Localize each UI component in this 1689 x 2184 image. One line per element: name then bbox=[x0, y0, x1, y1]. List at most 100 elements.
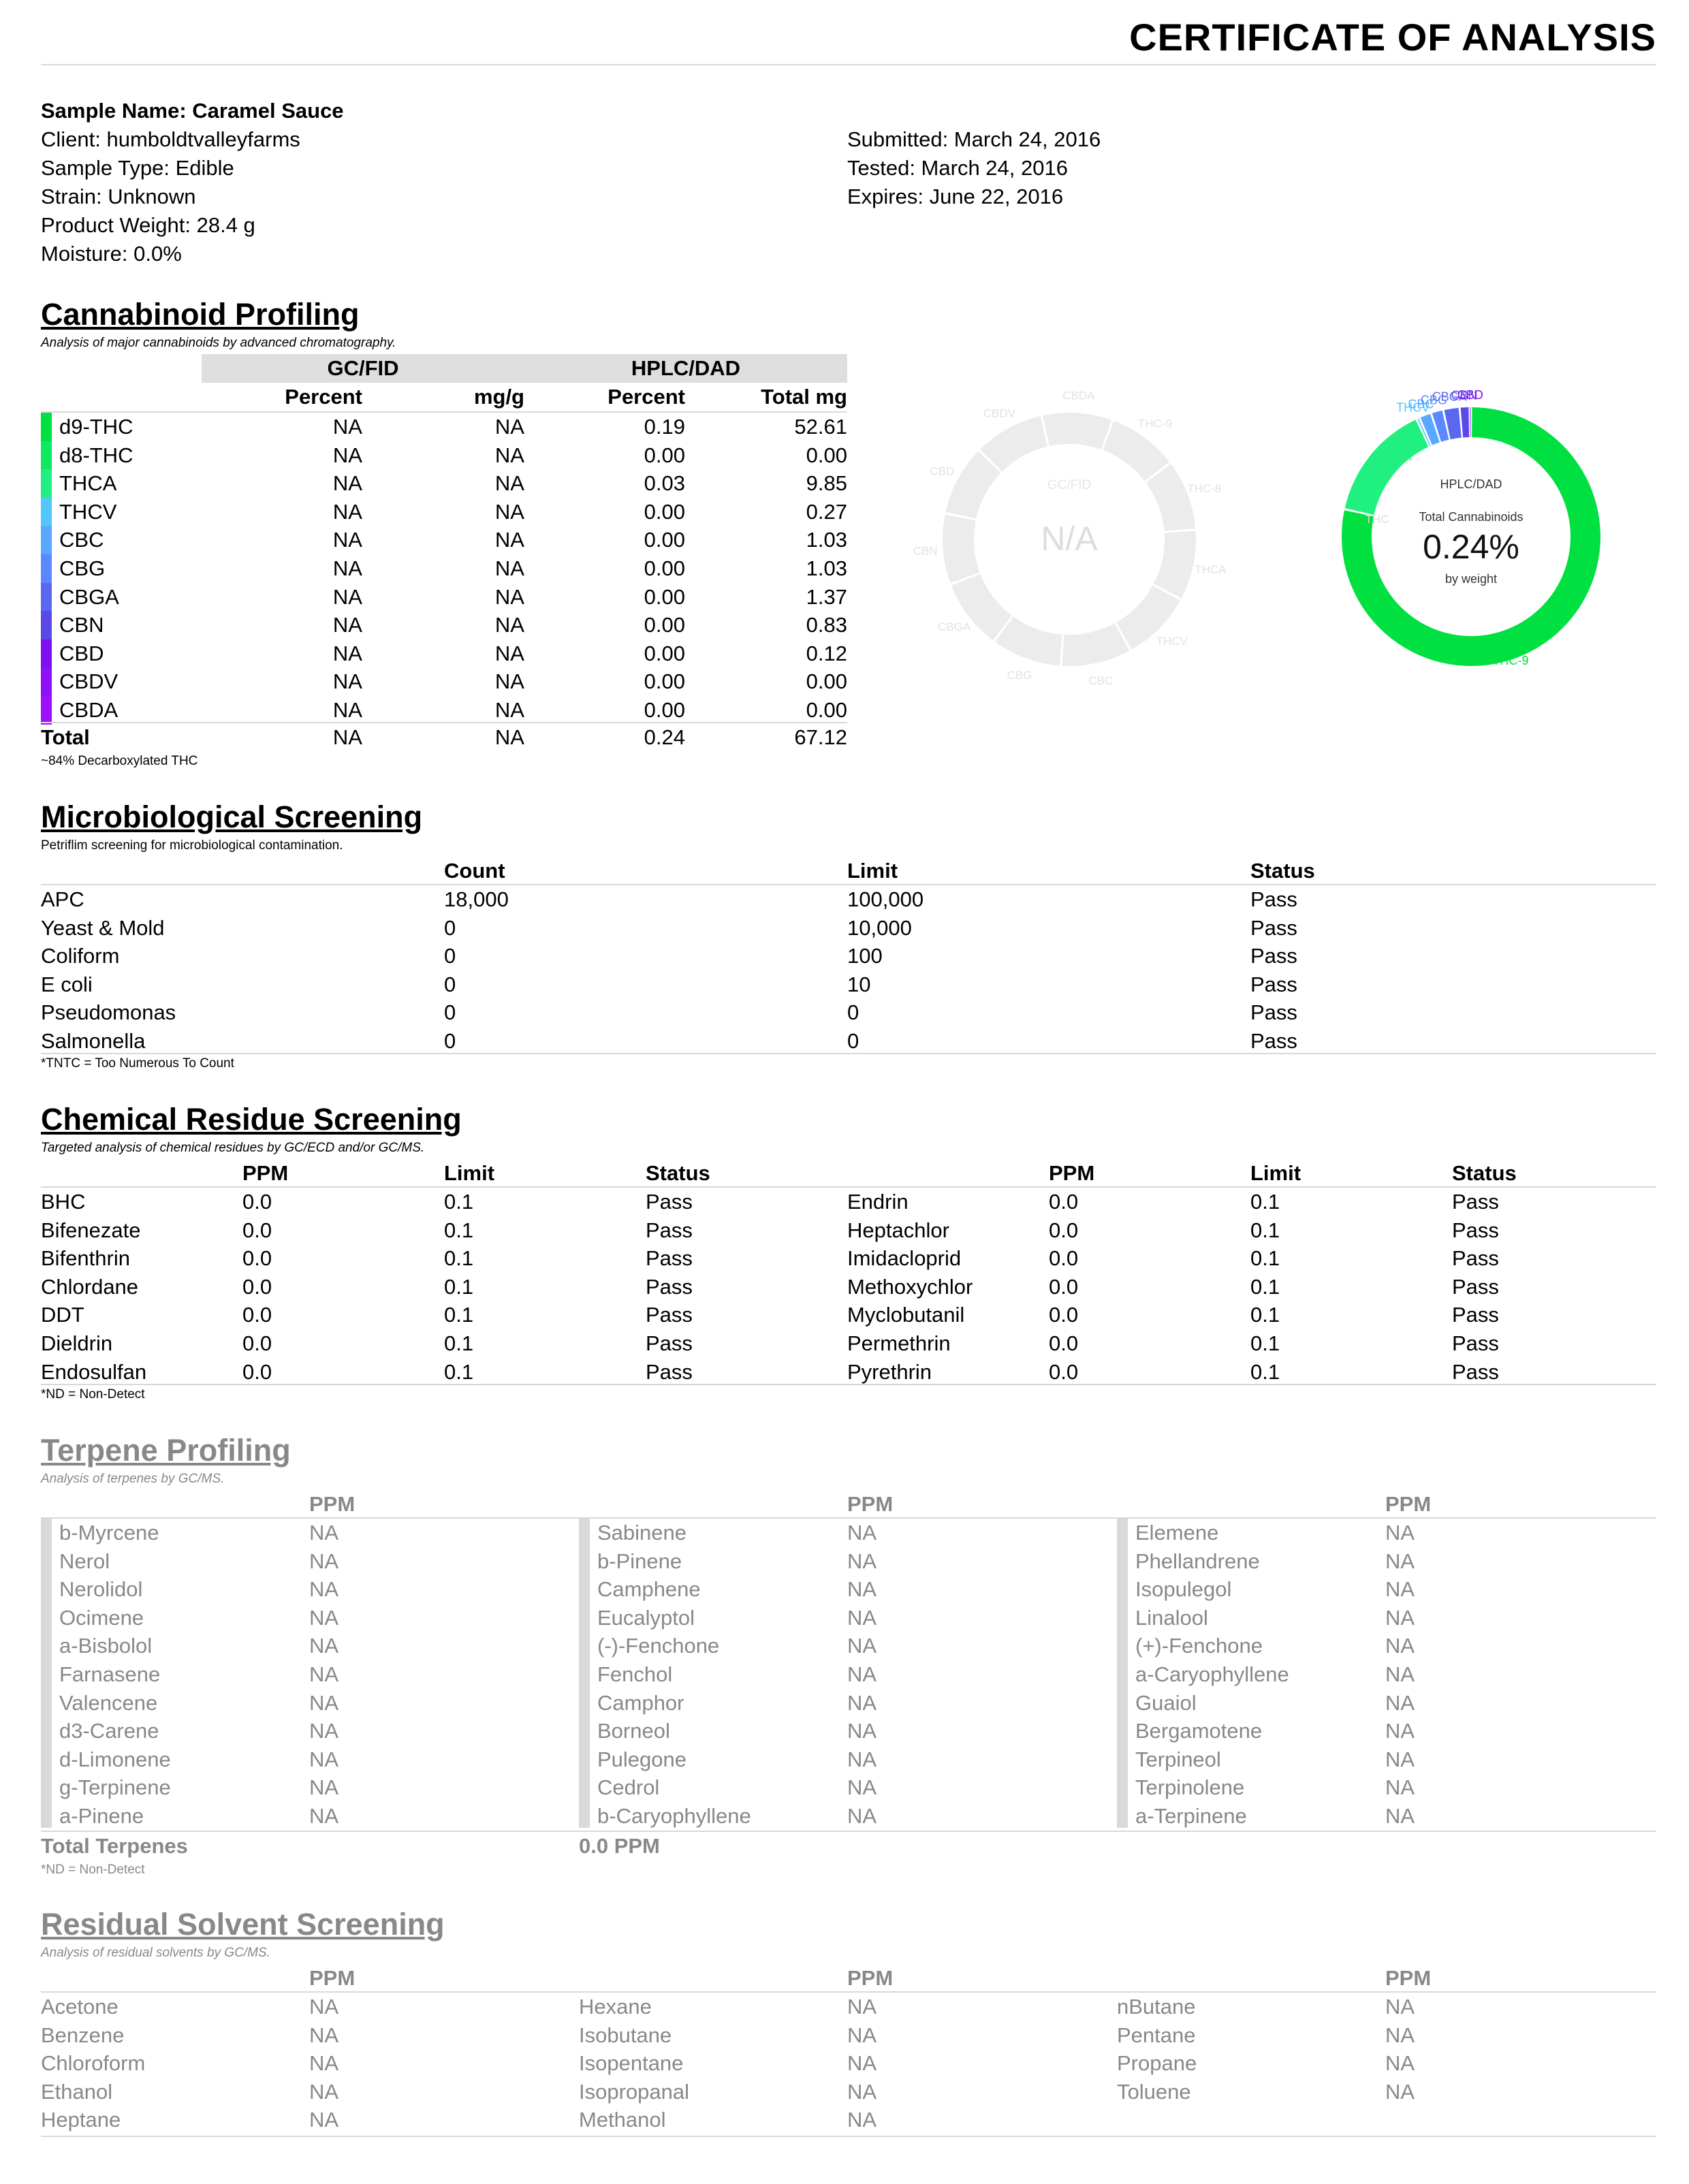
terpene-value: NA bbox=[847, 1634, 877, 1658]
cannabinoid-total-percent-hplc: 0.24 bbox=[644, 725, 685, 749]
cannabinoid-name: THCA bbox=[59, 471, 117, 496]
title-divider bbox=[41, 64, 1656, 65]
cannabinoid-name: THCV bbox=[59, 499, 117, 524]
gcfid-segment bbox=[943, 514, 980, 584]
hplcdad-slice bbox=[1344, 420, 1429, 515]
terpene-name: Fenchol bbox=[597, 1662, 673, 1686]
terpene-name: b-Myrcene bbox=[59, 1521, 159, 1545]
solvent-value: NA bbox=[847, 2079, 877, 2104]
sample-strain: Strain: Unknown bbox=[41, 185, 196, 208]
solvent-value: NA bbox=[1385, 1995, 1415, 2019]
terpene-value: NA bbox=[847, 1549, 877, 1573]
sample-expires: Expires: June 22, 2016 bbox=[847, 185, 1064, 208]
chem-status: Pass bbox=[1452, 1303, 1499, 1327]
terpene-total-value: 0.0 PPM bbox=[579, 1834, 660, 1858]
solvent-value: NA bbox=[1385, 2079, 1415, 2104]
terpene-value: NA bbox=[847, 1662, 877, 1686]
chem-col-limit-left: Limit bbox=[444, 1161, 495, 1185]
chem-compound: Imidacloprid bbox=[847, 1246, 962, 1271]
cannabinoid-percent-gc: NA bbox=[332, 698, 362, 722]
terpene-col1-bar bbox=[41, 1519, 52, 1828]
chem-limit: 0.1 bbox=[1250, 1303, 1280, 1327]
chem-footnote: *ND = Non-Detect bbox=[41, 1387, 145, 1402]
micro-limit: 0 bbox=[847, 1029, 859, 1053]
terpene-name: Cedrol bbox=[597, 1775, 660, 1800]
terpene-name: (+)-Fenchone bbox=[1135, 1634, 1263, 1658]
micro-col-limit: Limit bbox=[847, 859, 898, 883]
col-header-percent-hplc: Percent bbox=[607, 385, 685, 409]
col-header-percent-gc: Percent bbox=[285, 385, 362, 409]
solvent-col-ppm-1: PPM bbox=[309, 1966, 356, 1990]
solvent-name: Isobutane bbox=[579, 2023, 672, 2047]
terpene-value: NA bbox=[1385, 1662, 1415, 1686]
solvent-name: Isopentane bbox=[579, 2051, 684, 2076]
chem-ppm: 0.0 bbox=[1049, 1303, 1079, 1327]
gcfid-center-label: GC/FID bbox=[1047, 478, 1091, 492]
gcfid-segment bbox=[1153, 531, 1196, 599]
cannabinoid-name: CBDV bbox=[59, 669, 119, 694]
chem-status: Pass bbox=[1452, 1190, 1499, 1214]
micro-col-count: Count bbox=[444, 859, 505, 883]
cannabinoid-section-title: Cannabinoid Profiling bbox=[41, 297, 360, 332]
solvent-name: Hexane bbox=[579, 1995, 652, 2019]
chem-footer-divider bbox=[41, 1384, 1656, 1385]
micro-organism: E coli bbox=[41, 972, 93, 996]
gcfid-segment-label: THCV bbox=[1156, 635, 1188, 648]
solvent-name: Pentane bbox=[1117, 2023, 1196, 2047]
solvent-value: NA bbox=[1385, 2023, 1415, 2047]
gcfid-value: N/A bbox=[1041, 520, 1098, 558]
terpene-name: Valencene bbox=[59, 1690, 158, 1715]
solvent-value: NA bbox=[847, 1995, 877, 2019]
chem-compound: Endosulfan bbox=[41, 1359, 147, 1384]
terpene-name: a-Terpinene bbox=[1135, 1804, 1247, 1828]
hplcdad-slice-label: CBD bbox=[1457, 388, 1483, 402]
micro-organism: Coliform bbox=[41, 944, 120, 968]
cannabinoid-group-header: GC/FID HPLC/DAD bbox=[202, 354, 847, 383]
solvent-value: NA bbox=[847, 2108, 877, 2132]
gcfid-segment-label: THC-8 bbox=[1187, 482, 1221, 495]
cannabinoid-mgg: NA bbox=[494, 613, 524, 637]
chem-ppm: 0.0 bbox=[242, 1359, 272, 1384]
cannabinoid-name: CBGA bbox=[59, 584, 119, 609]
chem-limit: 0.1 bbox=[1250, 1274, 1280, 1299]
terpene-total-divider bbox=[41, 1831, 1656, 1832]
terpene-col-ppm-2: PPM bbox=[847, 1492, 894, 1516]
terpene-name: Linalool bbox=[1135, 1605, 1208, 1630]
cannabinoid-total-mg-cell: 52.61 bbox=[794, 415, 847, 439]
terpene-value: NA bbox=[1385, 1521, 1415, 1545]
solvent-name: Methanol bbox=[579, 2108, 666, 2132]
terpene-name: (-)-Fenchone bbox=[597, 1634, 720, 1658]
chem-status: Pass bbox=[646, 1359, 693, 1384]
gcfid-segment bbox=[1062, 623, 1130, 666]
micro-count: 0 bbox=[444, 944, 456, 968]
solvent-name: Acetone bbox=[41, 1995, 119, 2019]
terpene-value: NA bbox=[1385, 1634, 1415, 1658]
chem-status: Pass bbox=[1452, 1218, 1499, 1242]
terpene-name: d-Limonene bbox=[59, 1747, 171, 1771]
terpene-name: b-Pinene bbox=[597, 1549, 682, 1573]
solvent-value: NA bbox=[309, 1995, 339, 2019]
terpene-value: NA bbox=[1385, 1577, 1415, 1602]
document-title: CERTIFICATE OF ANALYSIS bbox=[1129, 16, 1656, 59]
terpene-name: a-Caryophyllene bbox=[1135, 1662, 1289, 1686]
cannabinoid-mgg: NA bbox=[494, 528, 524, 552]
terpene-value: NA bbox=[309, 1719, 339, 1743]
chem-status: Pass bbox=[646, 1303, 693, 1327]
cannabinoid-name: CBDA bbox=[59, 698, 119, 722]
solvent-value: NA bbox=[847, 2051, 877, 2076]
terpene-value: NA bbox=[309, 1804, 339, 1828]
gcfid-segment-label: THC-9 bbox=[1138, 417, 1172, 430]
micro-count: 0 bbox=[444, 1000, 456, 1025]
cannabinoid-color-swatch bbox=[41, 611, 52, 640]
micro-status: Pass bbox=[1250, 944, 1297, 968]
terpene-name: Sabinene bbox=[597, 1521, 687, 1545]
solvent-name: Isopropanal bbox=[579, 2079, 690, 2104]
terpene-name: Farnasene bbox=[59, 1662, 161, 1686]
micro-col-status: Status bbox=[1250, 859, 1315, 883]
cannabinoid-color-swatch bbox=[41, 497, 52, 526]
terpene-value: NA bbox=[847, 1747, 877, 1771]
solvent-name: Propane bbox=[1117, 2051, 1197, 2076]
micro-organism: Salmonella bbox=[41, 1029, 146, 1053]
chem-limit: 0.1 bbox=[1250, 1190, 1280, 1214]
terpene-name: Pulegone bbox=[597, 1747, 687, 1771]
